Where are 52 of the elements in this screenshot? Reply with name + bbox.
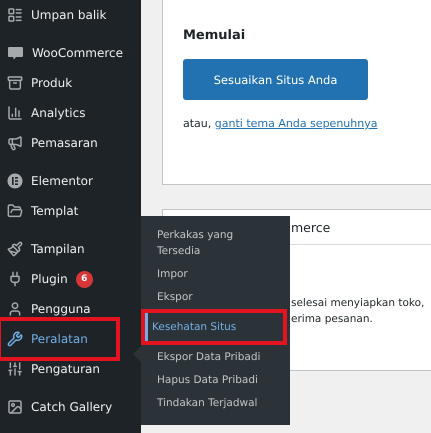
sidebar-item-label: Analytics (31, 106, 86, 120)
submenu-item[interactable]: Hapus Data Pribadi (141, 369, 290, 392)
sidebar-item[interactable]: Plugin 6 (0, 264, 141, 294)
speech-bubble-icon (7, 46, 24, 60)
sidebar-item[interactable]: Produk (0, 68, 141, 98)
image-icon (7, 399, 23, 415)
sliders-icon (7, 361, 23, 377)
submenu-item[interactable]: Ekspor Data Pribadi (141, 346, 290, 369)
sidebar-item-label: Peralatan (31, 332, 88, 346)
sidebar-item-label: Produk (31, 76, 72, 90)
archive-icon (7, 75, 23, 91)
sidebar-item-label: Umpan balik (31, 8, 106, 22)
sidebar-item[interactable]: Catch Gallery (0, 392, 141, 422)
sidebar-item-label: Elementor (31, 174, 93, 188)
sidebar-item[interactable]: Pengaturan (0, 354, 141, 384)
update-count-badge: 6 (76, 270, 93, 288)
sidebar-item-label: Plugin (31, 272, 68, 286)
sidebar-item[interactable]: Analytics (0, 98, 141, 128)
sidebar-item-label: Templat (31, 204, 78, 218)
folder-icon (7, 203, 23, 219)
megaphone-icon (7, 135, 23, 151)
customize-site-button[interactable]: Sesuaikan Situs Anda (183, 59, 368, 100)
sidebar-item[interactable]: Umpan balik (0, 0, 141, 30)
sidebar-item[interactable]: Tampilan (0, 234, 141, 264)
form-icon (7, 7, 23, 23)
submenu-item[interactable]: Impor (141, 263, 290, 286)
sidebar-item[interactable]: WooCommerce (0, 38, 141, 68)
card-heading: Memulai (183, 28, 246, 43)
sidebar-item-label: WooCommerce (32, 46, 123, 60)
submenu-item[interactable]: Tindakan Terjadwal (141, 392, 290, 415)
submenu-item[interactable]: Perkakas yang Tersedia (141, 224, 290, 263)
sidebar-item-label: Tampilan (31, 242, 85, 256)
bar-chart-icon (7, 105, 23, 121)
brush-icon (7, 241, 23, 257)
sidebar-item[interactable]: Pemasaran (0, 128, 141, 158)
sidebar-item[interactable]: Peralatan (4, 324, 113, 354)
card-text-fragment: erima pesanan. (291, 313, 374, 325)
sidebar-item-label: Catch Gallery (31, 400, 112, 414)
wrench-icon (7, 331, 23, 347)
submenu-item[interactable]: Ekspor (141, 286, 290, 309)
sidebar-item-label: Pemasaran (31, 136, 98, 150)
sidebar-item-label: Pengguna (31, 302, 91, 316)
change-theme-text: atau, ganti tema Anda sepenuhnya (183, 117, 378, 130)
change-theme-link[interactable]: ganti tema Anda sepenuhnya (214, 117, 378, 130)
sidebar-item[interactable]: Pengguna (0, 294, 141, 324)
circle-icon (7, 173, 23, 189)
card-title-fragment: merce (291, 220, 330, 234)
card-text-fragment: selesai menyiapkan toko, (291, 297, 426, 309)
sidebar-item[interactable]: Templat (0, 196, 141, 226)
user-icon (7, 301, 23, 317)
sidebar-item-label: Pengaturan (31, 362, 100, 376)
sidebar-item[interactable]: Elementor (0, 166, 141, 196)
